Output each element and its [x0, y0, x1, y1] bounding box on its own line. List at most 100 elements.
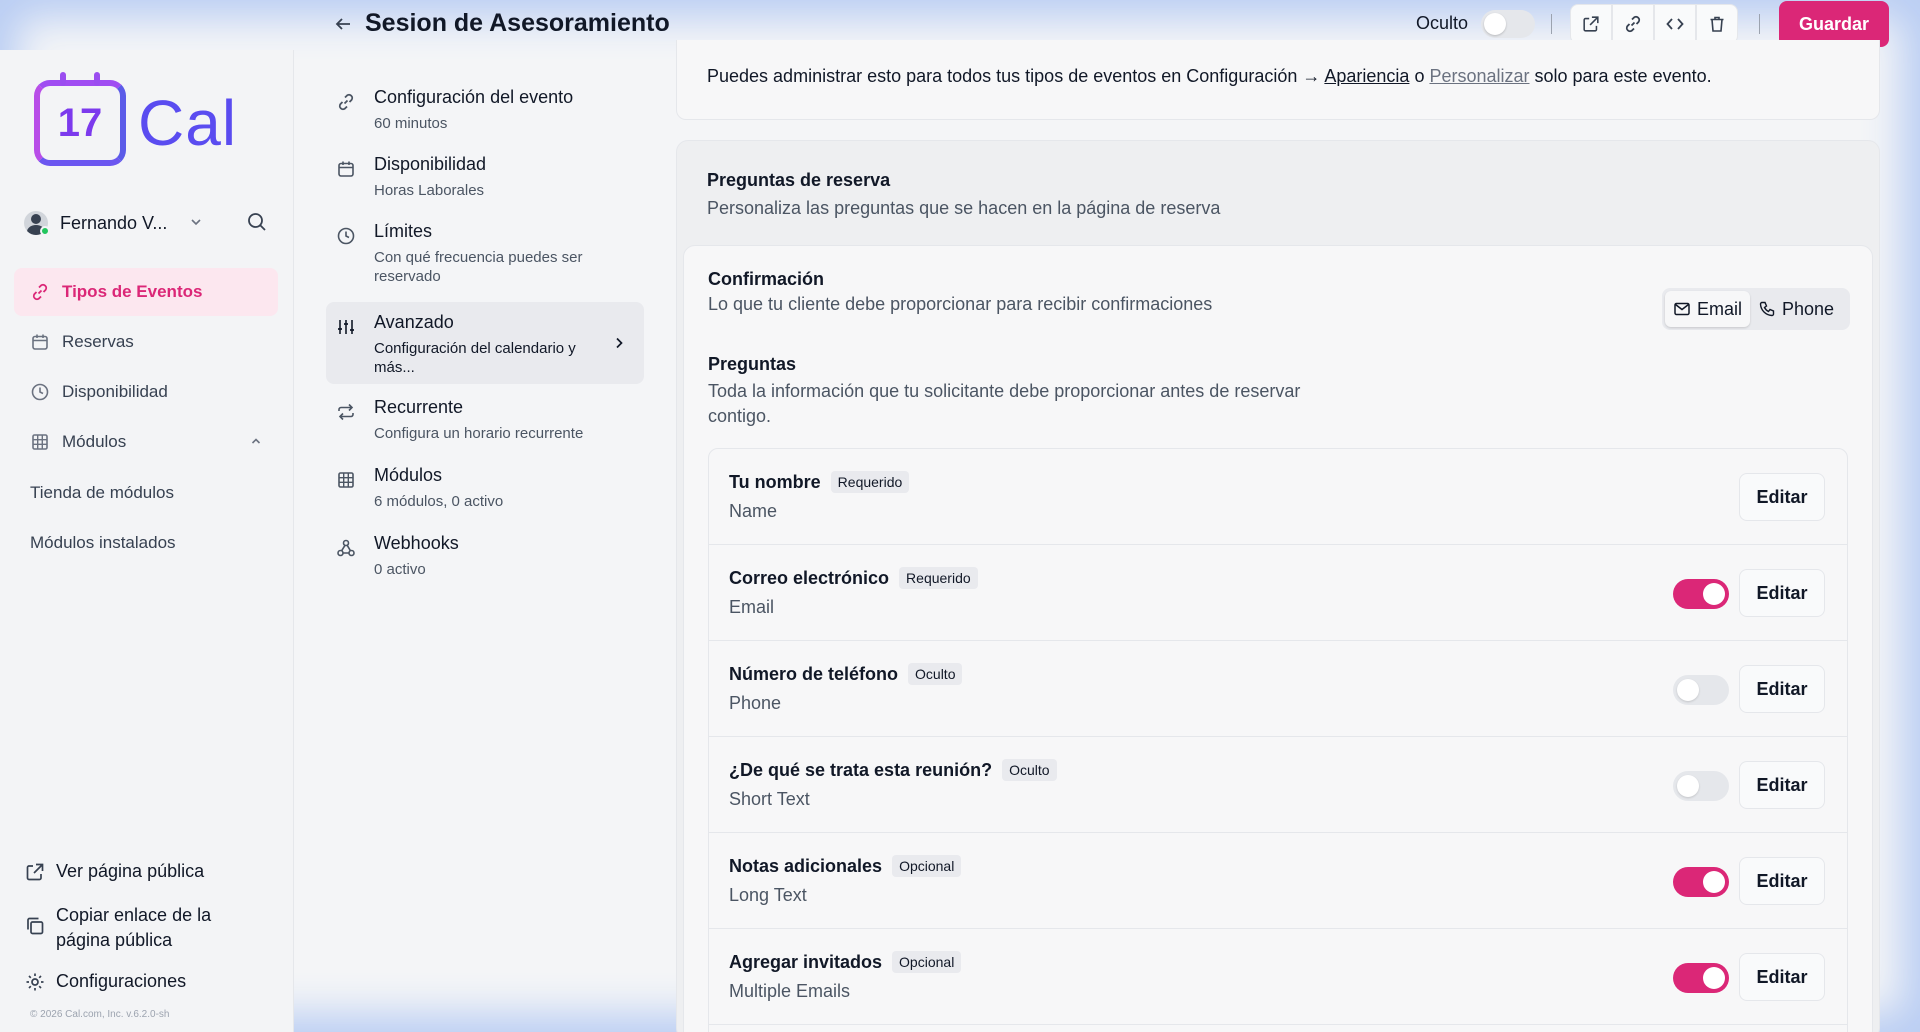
question-toggle[interactable]: [1673, 579, 1729, 609]
sidebar-item-installed-modules[interactable]: Módulos instalados: [30, 533, 176, 553]
email-option[interactable]: Email: [1665, 291, 1751, 327]
question-toggle[interactable]: [1673, 867, 1729, 897]
chevron-right-icon: [612, 336, 626, 350]
page-title: Sesion de Asesoramiento: [365, 9, 670, 37]
status-badge: Oculto: [1002, 759, 1057, 781]
toggle-knob: [1484, 13, 1506, 35]
divider: [1759, 14, 1760, 34]
question-label: ¿De qué se trata esta reunión?: [729, 759, 993, 780]
toggle-knob: [1703, 583, 1725, 605]
question-type: Long Text: [729, 885, 807, 905]
settings-link[interactable]: Configuraciones: [24, 969, 186, 994]
webhook-icon: [336, 538, 356, 558]
menu-item-modules[interactable]: Módulos 6 módulos, 0 activo: [326, 455, 644, 521]
question-row-phone: Número de teléfono Oculto Phone Editar: [709, 641, 1847, 737]
sidebar-item-availability[interactable]: Disponibilidad: [14, 368, 278, 416]
copy-public-link[interactable]: Copiar enlace de la página pública: [24, 903, 254, 953]
clock-icon: [30, 382, 50, 402]
question-row-notes: Notas adicionales Opcional Long Text Edit…: [709, 833, 1847, 929]
logo-badge: 17: [57, 100, 103, 145]
appearance-link[interactable]: Apariencia: [1324, 66, 1409, 86]
menu-item-webhooks[interactable]: Webhooks 0 activo: [326, 523, 644, 589]
question-type: Phone: [729, 693, 782, 713]
sidebar-item-label: Tipos de Eventos: [62, 282, 203, 301]
menu-item-title: Disponibilidad: [374, 154, 487, 174]
menu-item-advanced[interactable]: Avanzado Configuración del calendario y …: [326, 302, 644, 384]
questions-subtitle: Toda la información que tu solicitante d…: [708, 381, 1301, 426]
code-icon: [1666, 18, 1684, 30]
menu-item-event-setup[interactable]: Configuración del evento 60 minutos: [326, 77, 644, 143]
edit-button[interactable]: Editar: [1739, 569, 1825, 617]
sidebar-item-module-store[interactable]: Tienda de módulos: [30, 483, 174, 503]
sidebar-item-event-types[interactable]: Tipos de Eventos: [14, 268, 278, 316]
delete-button[interactable]: [1696, 4, 1738, 44]
user-menu[interactable]: Fernando V...: [24, 208, 274, 238]
confirmation-subtitle: Lo que tu cliente debe proporcionar para…: [708, 294, 1213, 314]
sidebar-item-label: Reservas: [62, 332, 134, 351]
chevron-down-icon: [189, 215, 203, 232]
back-arrow-icon[interactable]: [331, 12, 355, 36]
question-name: Tu nombre Requerido: [729, 471, 910, 493]
menu-item-title: Límites: [374, 221, 433, 241]
trash-icon: [1710, 16, 1724, 32]
app-window: 17 Cal Fernando V... Tipos de Eventos Re…: [0, 0, 1920, 1032]
external-link-icon: [1583, 16, 1599, 32]
question-name: Correo electrónico Requerido: [729, 567, 978, 589]
grid-icon: [336, 470, 356, 490]
menu-item-subtitle: Configura un horario recurrente: [374, 425, 584, 442]
phone-icon: [1759, 301, 1775, 317]
question-toggle[interactable]: [1673, 771, 1729, 801]
question-type: Name: [729, 501, 778, 521]
sidebar-item-modules[interactable]: Módulos: [14, 418, 278, 466]
appearance-note: Puedes administrar esto para todos tus t…: [707, 66, 1712, 87]
menu-item-availability[interactable]: Disponibilidad Horas Laborales: [326, 144, 644, 210]
cal-logo[interactable]: 17 Cal: [34, 72, 237, 166]
copy-link-button[interactable]: [1612, 4, 1654, 44]
link-icon: [30, 282, 50, 302]
search-icon[interactable]: [246, 211, 268, 233]
divider: [1551, 14, 1552, 34]
view-public-page-link[interactable]: Ver página pública: [24, 859, 204, 884]
edit-button[interactable]: Editar: [1739, 665, 1825, 713]
confirmation-title: Confirmación: [708, 269, 825, 289]
question-name: ¿De qué se trata esta reunión? Oculto: [729, 759, 1057, 781]
question-row-name: Tu nombre Requerido Name Editar: [709, 449, 1847, 545]
toggle-knob: [1703, 967, 1725, 989]
confirmation-method-toggle: Email Phone: [1662, 288, 1850, 330]
booking-questions-card: Preguntas de reserva Personaliza las pre…: [676, 140, 1880, 1032]
edit-button[interactable]: Editar: [1739, 857, 1825, 905]
phone-option-label: Phone: [1782, 298, 1835, 319]
edit-button[interactable]: Editar: [1739, 473, 1825, 521]
chevron-up-icon: [250, 435, 262, 450]
status-badge: Requerido: [830, 471, 910, 493]
edit-button[interactable]: Editar: [1739, 761, 1825, 809]
menu-item-subtitle: 60 minutos: [374, 115, 448, 132]
menu-item-title: Configuración del evento: [374, 87, 574, 107]
appearance-note-prefix: Puedes administrar esto para todos tus t…: [707, 66, 1325, 86]
open-external-button[interactable]: [1570, 4, 1612, 44]
question-row-guests: Agregar invitados Opcional Multiple Email…: [709, 929, 1847, 1025]
menu-item-title: Módulos: [374, 465, 443, 485]
external-link-icon: [24, 861, 46, 883]
phone-option[interactable]: Phone: [1750, 291, 1842, 327]
questions-list: Tu nombre Requerido Name Editar Correo el…: [708, 448, 1848, 1032]
embed-code-button[interactable]: [1654, 4, 1696, 44]
question-toggle[interactable]: [1673, 675, 1729, 705]
repeat-icon: [336, 402, 356, 422]
user-name: Fernando V...: [60, 212, 168, 233]
question-type: Email: [729, 597, 775, 617]
calendar-icon: [336, 159, 356, 179]
sidebar-item-bookings[interactable]: Reservas: [14, 318, 278, 366]
hidden-toggle[interactable]: [1481, 10, 1535, 38]
edit-button[interactable]: Editar: [1739, 953, 1825, 1001]
toggle-knob: [1703, 871, 1725, 893]
appearance-note-middle: o: [1409, 66, 1430, 86]
calendar-icon: [30, 332, 50, 352]
question-name: Número de teléfono Oculto: [729, 663, 963, 685]
appearance-note-suffix: solo para este evento.: [1529, 66, 1712, 86]
status-badge: Requerido: [899, 567, 978, 589]
menu-item-limits[interactable]: Límites Con qué frecuencia puedes ser re…: [326, 211, 644, 297]
customize-link[interactable]: Personalizar: [1429, 66, 1529, 86]
question-toggle[interactable]: [1673, 963, 1729, 993]
menu-item-recurring[interactable]: Recurrente Configura un horario recurren…: [326, 387, 644, 453]
